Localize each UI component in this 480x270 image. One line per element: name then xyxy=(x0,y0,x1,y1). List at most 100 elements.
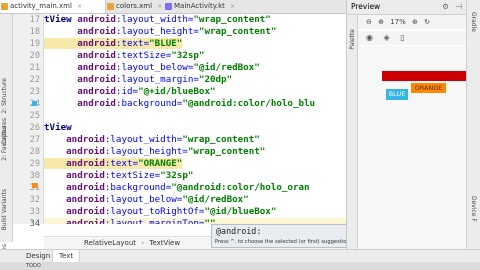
tab-colors[interactable]: colors.xml × xyxy=(106,0,164,13)
line-number: 21 xyxy=(29,63,40,73)
code-token: :id= xyxy=(115,86,139,97)
tab-mainactivity[interactable]: MainActivity.kt × xyxy=(164,0,248,13)
eye-icon[interactable]: ◉ xyxy=(366,33,373,42)
code-token: :layout_height= xyxy=(115,26,199,37)
code-line[interactable]: android:background="@android:color/holo_… xyxy=(44,98,346,110)
code-token: :layout_width= xyxy=(115,14,194,25)
code-token: :layout_marginTop= xyxy=(104,218,205,224)
code-token: :layout_margin= xyxy=(115,74,199,85)
kotlin-file-icon xyxy=(165,3,172,10)
code-editor[interactable]: tView android:layout_width="wrap_content… xyxy=(44,14,346,224)
zoom-fit-icon[interactable]: ⊕ xyxy=(412,18,418,26)
hide-panel-icon[interactable]: ⊣ xyxy=(455,0,462,14)
code-line[interactable]: android:layout_below="@id/redBox" xyxy=(44,194,346,206)
code-token: android xyxy=(44,134,105,145)
code-line[interactable]: android:background="@android:color/holo_… xyxy=(44,182,346,194)
code-line[interactable]: android:layout_toRightOf="@id/blueBox" xyxy=(44,206,346,218)
line-number: 28 xyxy=(29,147,40,157)
favorites-tool-tab[interactable]: 2: Favorites xyxy=(1,126,8,161)
code-token: "@id/blueBox" xyxy=(204,206,277,217)
breadcrumb-parent[interactable]: RelativeLayout xyxy=(84,239,136,247)
line-number: 26 xyxy=(29,123,40,133)
code-line[interactable]: tView android:layout_width="wrap_content… xyxy=(44,14,346,26)
palette-tool-tab[interactable]: Palette xyxy=(349,29,356,50)
preview-panel: Preview ⚙ ⊣ Palette ⊖ ⊕ 17% ⊕ ↻ ◉ ◈ ▯ BL… xyxy=(346,0,467,249)
status-bar: TODO xyxy=(0,262,480,270)
code-token: :layout_width= xyxy=(104,134,183,145)
code-token: "20dp" xyxy=(198,74,233,85)
gradle-tool-tab[interactable]: Gradle xyxy=(470,12,477,32)
refresh-icon[interactable]: ↻ xyxy=(424,18,430,26)
build-variants-tool-tab[interactable]: Build Variants xyxy=(1,189,8,230)
code-token: android xyxy=(44,182,105,193)
code-token: :layout_below= xyxy=(115,62,194,73)
autocomplete-item[interactable]: @android: xyxy=(216,226,261,237)
code-line[interactable]: android:layout_height="wrap_content" xyxy=(44,26,346,38)
todo-tool-tab[interactable]: TODO xyxy=(26,263,41,269)
red-box-view[interactable] xyxy=(382,71,467,81)
code-line[interactable]: android:layout_margin="20dp" xyxy=(44,74,346,86)
code-token: android xyxy=(44,74,116,85)
blue-box-view[interactable]: BLUE xyxy=(386,89,408,100)
line-number: 25 xyxy=(29,111,40,121)
code-line[interactable]: android:text="BLUE" xyxy=(44,38,346,50)
code-token: "wrap_content" xyxy=(182,134,260,145)
preview-header: Preview ⚙ ⊣ xyxy=(347,0,467,15)
code-token: tView xyxy=(44,14,78,25)
palette-strip: Palette xyxy=(347,15,358,249)
code-token: :layout_height= xyxy=(104,146,188,157)
code-line[interactable]: android:layout_below="@id/redBox" xyxy=(44,62,346,74)
device-icon[interactable]: ▯ xyxy=(400,33,404,42)
code-token: "ORANGE" xyxy=(138,158,183,169)
code-token: :textSize= xyxy=(104,170,161,181)
code-token: android xyxy=(44,62,116,73)
code-line[interactable]: android:layout_height="wrap_content" xyxy=(44,146,346,158)
code-line[interactable]: android:text="ORANGE" xyxy=(44,158,346,170)
orange-color-swatch-icon[interactable] xyxy=(32,183,37,188)
orange-box-view[interactable]: ORANGE xyxy=(411,83,446,93)
tab-label: activity_main.xml xyxy=(10,2,72,10)
blue-color-swatch-icon[interactable] xyxy=(32,101,37,106)
code-line[interactable]: android:id="@+id/blueBox" xyxy=(44,86,346,98)
code-line[interactable]: android:textSize="32sp" xyxy=(44,170,346,182)
structure-tool-tab[interactable]: 2: Structure xyxy=(1,78,8,114)
code-token: "@android:color/holo_blu xyxy=(182,98,316,109)
zoom-toolbar: ⊖ ⊕ 17% ⊕ ↻ xyxy=(358,15,467,29)
tab-activity-main[interactable]: activity_main.xml × xyxy=(0,0,106,13)
close-icon[interactable]: × xyxy=(77,3,82,10)
xml-file-icon xyxy=(107,3,114,10)
code-token: android xyxy=(44,170,105,181)
editor-tab-bar: activity_main.xml × colors.xml × MainAct… xyxy=(0,0,346,14)
close-icon[interactable]: × xyxy=(230,3,235,10)
code-token: :background= xyxy=(115,98,183,109)
code-line[interactable]: android:textSize="32sp" xyxy=(44,50,346,62)
zoom-out-icon[interactable]: ⊖ xyxy=(366,18,372,26)
code-token: :text= xyxy=(115,38,150,49)
line-number: 22 xyxy=(29,75,40,85)
close-icon[interactable]: × xyxy=(157,3,162,10)
code-token: "wrap_content" xyxy=(198,26,277,37)
code-token: "32sp" xyxy=(171,50,205,61)
code-token: "32sp" xyxy=(160,170,194,181)
code-token: :textSize= xyxy=(115,50,172,61)
code-token: "wrap_content" xyxy=(187,146,266,157)
tab-label: colors.xml xyxy=(116,2,153,10)
layout-toolbar: ◉ ◈ ▯ xyxy=(358,31,467,45)
device-file-tool-tab[interactable]: Device F xyxy=(470,196,477,222)
left-tool-strip: 2: Structure Captures 2: Favorites Build… xyxy=(0,14,13,267)
code-token: android xyxy=(77,14,116,25)
code-line[interactable]: android:layout_width="wrap_content" xyxy=(44,134,346,146)
code-line[interactable] xyxy=(44,110,346,122)
line-number: 34 xyxy=(29,219,40,229)
line-number: 33 xyxy=(29,207,40,217)
layout-preview-canvas[interactable]: BLUE ORANGE xyxy=(358,46,467,249)
zoom-in-icon[interactable]: ⊕ xyxy=(378,18,384,26)
line-number: 17 xyxy=(29,15,40,25)
blueprint-icon[interactable]: ◈ xyxy=(384,33,390,42)
code-line[interactable]: tView xyxy=(44,122,346,134)
xml-file-icon xyxy=(1,3,8,10)
gear-icon[interactable]: ⚙ xyxy=(442,0,449,14)
breadcrumb-child[interactable]: TextView xyxy=(149,239,180,247)
line-number: 27 xyxy=(29,135,40,145)
code-token: android xyxy=(44,86,116,97)
